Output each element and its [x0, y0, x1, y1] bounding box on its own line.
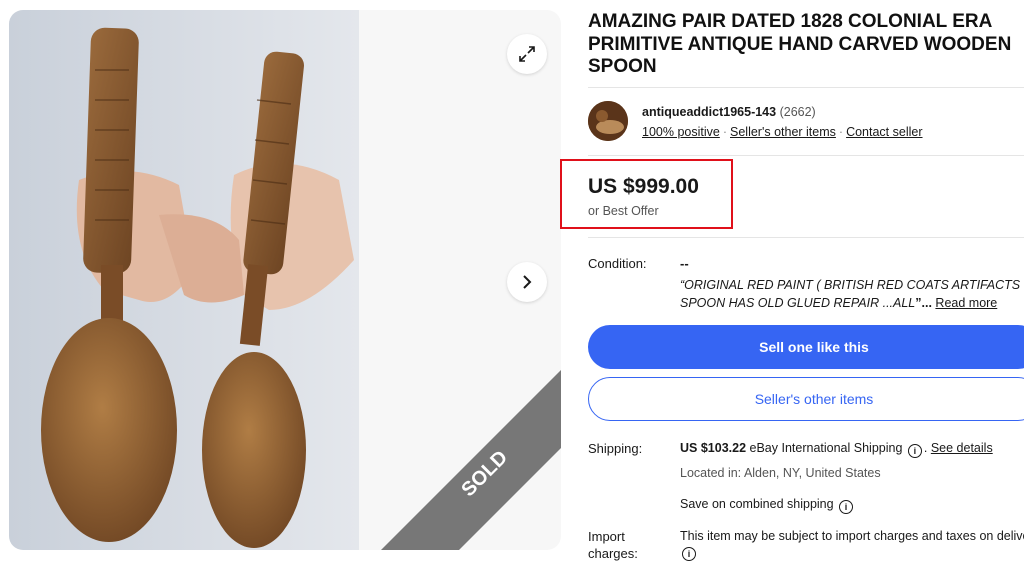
info-icon[interactable]: i: [907, 444, 922, 458]
condition-description: “ORIGINAL RED PAINT ( BRITISH RED COATS …: [680, 276, 1024, 312]
sold-ribbon: SOLD: [381, 370, 561, 550]
condition-label: Condition:: [588, 256, 647, 271]
condition-desc-line2: SPOON HAS OLD GLUED REPAIR ...ALL: [680, 296, 916, 310]
shipping-cost-line: US $103.22 eBay International Shipping i…: [680, 441, 993, 458]
seller-links: 100% positive · Seller's other items · Conta…: [642, 125, 923, 139]
import-info: i: [680, 544, 698, 561]
contact-seller-link[interactable]: Contact seller: [846, 125, 922, 139]
seller-feedback-count: (2662): [779, 105, 816, 119]
divider: [588, 237, 1024, 238]
next-image-button[interactable]: [507, 262, 547, 302]
seller-name-link[interactable]: antiqueaddict1965-143: [642, 105, 776, 119]
seller-other-items-button[interactable]: Seller's other items: [588, 377, 1024, 421]
seller-other-items-link[interactable]: Seller's other items: [730, 125, 836, 139]
divider: [588, 87, 1024, 88]
separator: ·: [722, 125, 727, 139]
avatar-image: [588, 101, 628, 141]
product-photo[interactable]: [9, 10, 359, 550]
seller-avatar[interactable]: [588, 101, 628, 141]
info-icon[interactable]: i: [682, 547, 696, 561]
condition-desc-line1: “ORIGINAL RED PAINT ( BRITISH RED COATS …: [680, 278, 1024, 292]
expand-button[interactable]: [507, 34, 547, 74]
condition-desc-line2-wrap: SPOON HAS OLD GLUED REPAIR ...ALL”... Re…: [680, 294, 1024, 312]
read-more-link[interactable]: Read more: [935, 296, 997, 310]
item-location: Located in: Alden, NY, United States: [680, 466, 881, 480]
shipping-cost: US $103.22: [680, 441, 747, 455]
combined-shipping-text: Save on combined shipping: [680, 497, 834, 511]
chevron-right-icon: [523, 275, 532, 289]
divider: [588, 155, 1024, 156]
condition-desc-end: ”...: [915, 296, 932, 310]
see-details-link[interactable]: See details: [931, 441, 993, 455]
best-offer-text: or Best Offer: [588, 204, 659, 218]
item-price: US $999.00: [588, 175, 699, 198]
seller-info: antiqueaddict1965-143 (2662): [642, 105, 816, 119]
condition-value: --: [680, 256, 689, 271]
image-gallery[interactable]: SOLD: [9, 10, 561, 550]
import-label-line2: charges:: [588, 546, 638, 561]
combined-shipping-line: Save on combined shipping i: [680, 497, 855, 514]
item-title: AMAZING PAIR DATED 1828 COLONIAL ERA PRI…: [588, 11, 1012, 77]
positive-feedback-link[interactable]: 100% positive: [642, 125, 720, 139]
expand-icon: [519, 46, 535, 62]
sell-one-like-this-button[interactable]: Sell one like this: [588, 325, 1024, 369]
info-icon[interactable]: i: [839, 500, 854, 514]
import-charges-label: Import charges:: [588, 528, 638, 562]
shipping-method: eBay International Shipping: [749, 441, 903, 455]
import-label-line1: Import: [588, 529, 625, 544]
separator: ·: [838, 125, 844, 139]
import-charges-text: This item may be subject to import charg…: [680, 529, 1024, 543]
shipping-label: Shipping:: [588, 441, 643, 456]
